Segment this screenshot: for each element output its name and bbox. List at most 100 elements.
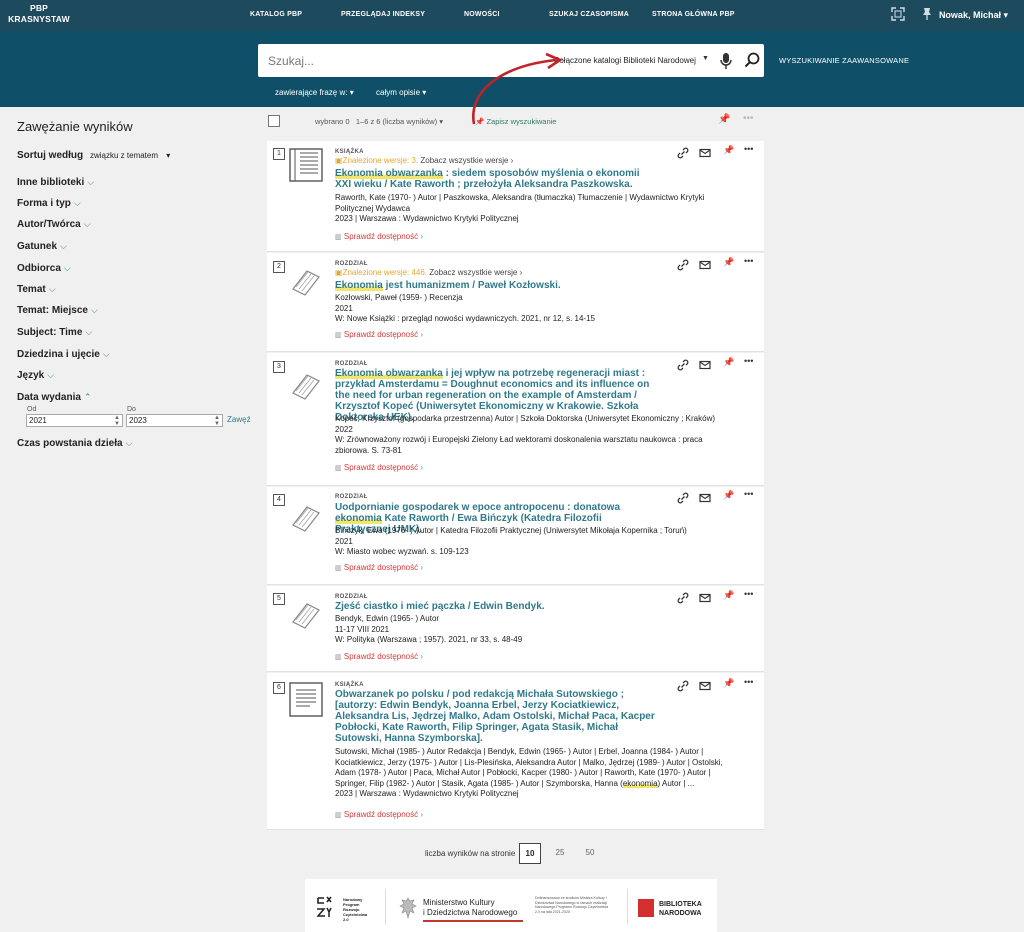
facet-jezyk[interactable]: Język ⌵	[17, 370, 54, 381]
date-from-input[interactable]: 2021 ▲ ▼	[26, 414, 123, 427]
caret-down-icon[interactable]: ▾	[439, 117, 443, 126]
email-icon[interactable]	[699, 359, 711, 371]
nav-szukaj-czasopisma[interactable]: SZUKAJ CZASOPISMA	[549, 11, 629, 18]
result-title-link[interactable]: Ekonomia obwarzanka : siedem sposobów my…	[335, 168, 655, 190]
book-cover-icon[interactable]	[289, 682, 323, 718]
more-options-icon[interactable]: •••	[744, 356, 753, 366]
pin-icon[interactable]: 📌	[723, 590, 734, 601]
more-options-icon[interactable]: •••	[744, 489, 753, 499]
availability-link[interactable]: ▥ Sprawdź dostępność ›	[335, 652, 423, 661]
facet-autor-tworca[interactable]: Autor/Twórca ⌵	[17, 219, 91, 230]
facet-inne-biblioteki[interactable]: Inne biblioteki ⌵	[17, 177, 94, 188]
fullscreen-icon[interactable]	[890, 7, 906, 23]
page-size-25[interactable]: 25	[549, 843, 571, 864]
email-icon[interactable]	[699, 592, 711, 604]
pin-icon[interactable]: 📌	[723, 145, 734, 156]
link-icon[interactable]	[677, 592, 689, 604]
more-options-icon[interactable]: •••	[744, 677, 753, 687]
date-from-label: Od	[27, 406, 37, 413]
brand-logo[interactable]: PBP KRASNYSTAW	[8, 3, 70, 25]
microphone-icon[interactable]	[719, 52, 733, 70]
facet-subject-time[interactable]: Subject: Time ⌵	[17, 327, 92, 338]
date-to-input[interactable]: 2023 ▲ ▼	[126, 414, 223, 427]
nav-nowosci[interactable]: NOWOŚCI	[464, 11, 500, 18]
availability-link[interactable]: ▥ Sprawdź dostępność ›	[335, 563, 423, 572]
facet-gatunek[interactable]: Gatunek ⌵	[17, 241, 67, 252]
select-all-checkbox[interactable]	[268, 115, 280, 127]
stepper-icon[interactable]: ▲ ▼	[114, 415, 120, 427]
nav-katalog-pbp[interactable]: KATALOG PBP	[250, 11, 302, 18]
stepper-icon[interactable]: ▲ ▼	[214, 415, 220, 427]
link-icon[interactable]	[677, 147, 689, 159]
chevron-up-icon: ⌃	[83, 392, 92, 402]
book-cover-icon[interactable]	[289, 147, 323, 183]
more-options-icon[interactable]: •••	[743, 113, 754, 124]
nav-przegladaj-indeksy[interactable]: PRZEGLĄDAJ INDEKSY	[341, 11, 425, 18]
advanced-search-link[interactable]: WYSZUKIWANIE ZAAWANSOWANE	[779, 56, 909, 65]
link-icon[interactable]	[677, 359, 689, 371]
top-bar: PBP KRASNYSTAW KATALOG PBP PRZEGLĄDAJ IN…	[0, 0, 1024, 31]
article-icon[interactable]	[289, 261, 323, 297]
facet-temat-miejsce[interactable]: Temat: Miejsce ⌵	[17, 305, 98, 316]
pin-icon[interactable]: 📌	[723, 257, 734, 268]
chevron-down-icon: ⌵	[48, 284, 56, 294]
article-icon[interactable]	[289, 594, 323, 630]
result-type: KSIĄŻKA	[335, 149, 364, 155]
pin-icon[interactable]	[919, 7, 935, 23]
catalog-select[interactable]: Połączone katalogi Biblioteki Narodowej	[554, 56, 696, 65]
save-search-button[interactable]: 📌 Zapisz wyszukiwanie	[475, 117, 556, 126]
pin-icon[interactable]: 📌	[723, 678, 734, 689]
facet-data-wydania[interactable]: Data wydania ⌃	[17, 392, 91, 403]
result-meta: Kopeć, Krzysztof (gospodarka przestrzenn…	[335, 414, 716, 455]
more-options-icon[interactable]: •••	[744, 589, 753, 599]
email-icon[interactable]	[699, 492, 711, 504]
scope-filter-select[interactable]: całym opisie ▾	[376, 88, 426, 97]
article-icon[interactable]	[289, 497, 323, 533]
result-number: 4	[273, 494, 285, 506]
result-number: 6	[273, 682, 285, 694]
pin-icon[interactable]: 📌	[723, 357, 734, 368]
email-icon[interactable]	[699, 147, 711, 159]
versions-link[interactable]: ▣Znalezione wersje: 446. Zobacz wszystki…	[335, 268, 522, 277]
link-icon[interactable]	[677, 259, 689, 271]
page-size-label: liczba wyników na stronie	[425, 849, 516, 858]
catalog-caret-icon[interactable]: ▼	[702, 55, 709, 62]
facet-forma-i-typ[interactable]: Forma i typ ⌵	[17, 198, 81, 209]
phrase-filter-select[interactable]: zawierające frazę w: ▾	[275, 88, 354, 97]
facet-temat[interactable]: Temat ⌵	[17, 284, 56, 295]
link-icon[interactable]	[677, 492, 689, 504]
more-options-icon[interactable]: •••	[744, 144, 753, 154]
email-icon[interactable]	[699, 680, 711, 692]
sort-select[interactable]: związku z tematem ▾	[90, 151, 170, 160]
article-icon[interactable]	[289, 365, 323, 401]
more-options-icon[interactable]: •••	[744, 256, 753, 266]
apply-date-button[interactable]: Zawęź	[227, 415, 251, 424]
result-title-link[interactable]: Ekonomia jest humanizmem / Paweł Kozłows…	[335, 280, 655, 291]
page-size-50[interactable]: 50	[579, 843, 601, 864]
pin-all-icon[interactable]: 📌	[718, 114, 730, 125]
result-title-link[interactable]: Zjeść ciastko i mieć pączka / Edwin Bend…	[335, 601, 655, 612]
availability-link[interactable]: ▥ Sprawdź dostępność ›	[335, 232, 423, 241]
availability-link[interactable]: ▥ Sprawdź dostępność ›	[335, 463, 423, 472]
chevron-down-icon: ⌵	[85, 327, 93, 337]
facet-odbiorca[interactable]: Odbiorca ⌵	[17, 263, 71, 274]
user-menu[interactable]: Nowak, Michał ▾	[939, 10, 1008, 21]
facet-czas-powstania[interactable]: Czas powstania dzieła ⌵	[17, 438, 132, 449]
facet-dziedzina-i-ujecie[interactable]: Dziedzina i ujęcie ⌵	[17, 349, 110, 360]
availability-link[interactable]: ▥ Sprawdź dostępność ›	[335, 330, 423, 339]
availability-icon: ▥	[335, 332, 342, 339]
chevron-down-icon: ⌵	[125, 438, 133, 448]
pin-icon[interactable]: 📌	[723, 490, 734, 501]
result-title-link[interactable]: Obwarzanek po polsku / pod redakcją Mich…	[335, 689, 665, 744]
result-number: 5	[273, 593, 285, 605]
nav-strona-glowna-pbp[interactable]: STRONA GŁÓWNA PBP	[652, 11, 735, 18]
link-icon[interactable]	[677, 680, 689, 692]
availability-icon: ▥	[335, 234, 342, 241]
search-icon[interactable]	[744, 52, 760, 68]
email-icon[interactable]	[699, 259, 711, 271]
bn-logo-icon	[638, 899, 654, 917]
results-count: wybrano 0 1–6 z 6 (liczba wyników) ▾	[315, 117, 444, 126]
page-size-10[interactable]: 10	[519, 843, 541, 864]
availability-link[interactable]: ▥ Sprawdź dostępność ›	[335, 810, 423, 819]
versions-link[interactable]: ▣Znalezione wersje: 3. Zobacz wszystkie …	[335, 156, 513, 165]
